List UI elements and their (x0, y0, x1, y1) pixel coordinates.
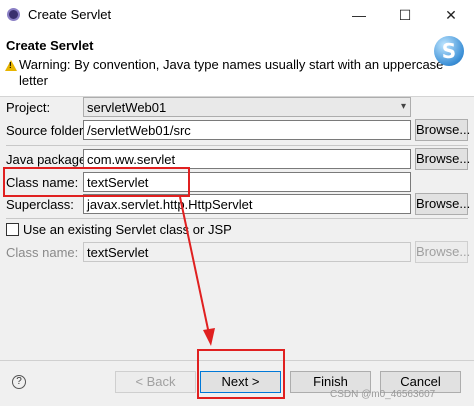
annotation-arrow (179, 196, 215, 346)
watermark: CSDN @m0_46563607 (330, 389, 436, 400)
create-servlet-dialog: Create Servlet — ☐ ✕ Create Servlet ! Wa… (0, 0, 474, 406)
